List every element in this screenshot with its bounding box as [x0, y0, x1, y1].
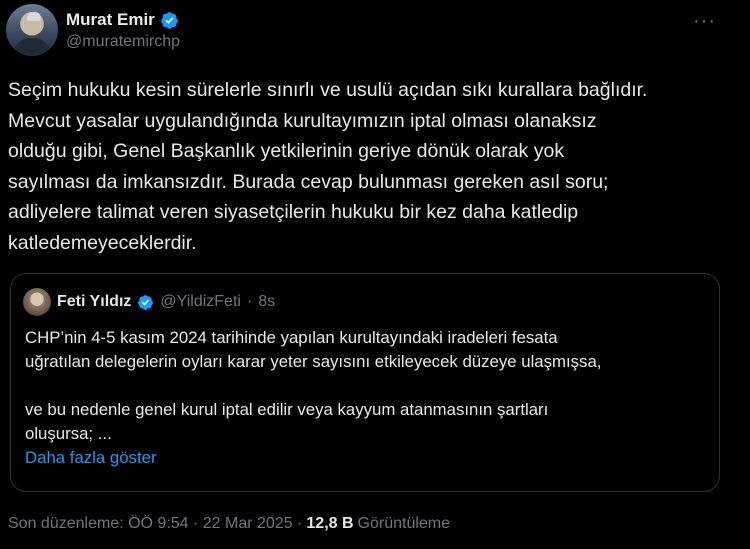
quoted-verified-badge-icon: [138, 294, 154, 310]
author-name-row: Murat Emir: [66, 10, 180, 30]
quoted-time: 8s: [258, 293, 276, 310]
tweet-text: Seçim hukuku kesin sürelerle sınırlı ve …: [8, 79, 648, 254]
author-display-name[interactable]: Murat Emir: [66, 10, 155, 30]
quoted-tweet[interactable]: Feti Yıldız @YildizFeti · 8s CHP’nin 4-5…: [10, 273, 720, 492]
quoted-separator: ·: [246, 293, 253, 310]
verified-badge-icon: [160, 11, 178, 29]
tweet-meta: Son düzenleme: ÖÖ 9:54 · 22 Mar 2025 · 1…: [8, 515, 450, 533]
show-more-link[interactable]: Daha fazla göster: [25, 446, 705, 470]
quoted-author-handle: @YildizFeti: [160, 293, 241, 310]
views-label: Görüntüleme: [357, 515, 451, 532]
quoted-tweet-text: CHP’nin 4-5 kasım 2024 tarihinde yapılan…: [25, 328, 602, 443]
quoted-author-name: Feti Yıldız: [57, 293, 132, 310]
edited-timestamp[interactable]: Son düzenleme: ÖÖ 9:54 · 22 Mar 2025 ·: [8, 515, 302, 533]
author-handle[interactable]: @muratemirchp: [66, 33, 180, 51]
author-avatar[interactable]: [6, 4, 58, 56]
quoted-author-avatar: [23, 288, 51, 316]
views-count: 12,8 B: [306, 515, 354, 532]
tweet: Murat Emir @muratemirchp ··· Seçim hukuk…: [0, 0, 750, 549]
tweet-header: Murat Emir @muratemirchp ···: [6, 4, 730, 60]
author-info: Murat Emir @muratemirchp: [66, 10, 180, 51]
quoted-tweet-header: Feti Yıldız @YildizFeti · 8s: [23, 288, 705, 316]
more-options-button[interactable]: ···: [693, 10, 716, 33]
